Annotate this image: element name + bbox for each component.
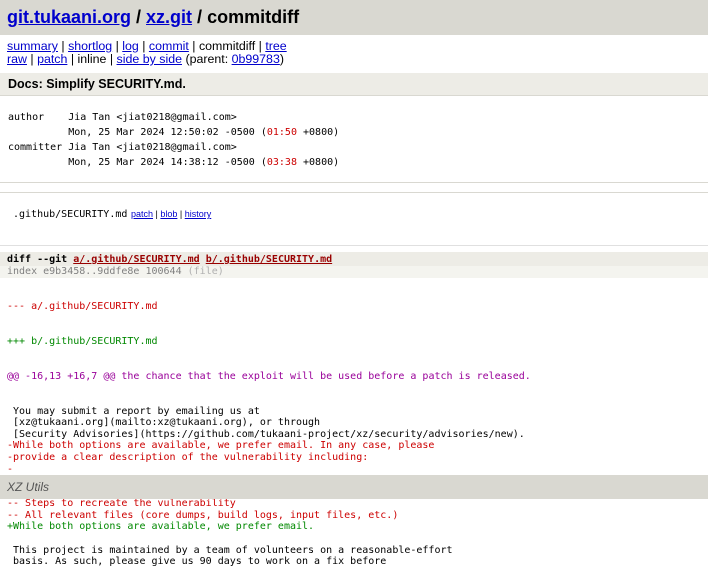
diff-added-line: +While both options are available, we pr… — [7, 521, 315, 533]
page-header: git.tukaani.org / xz.git / commitdiff — [0, 0, 708, 35]
nav-commit-link[interactable]: commit — [149, 39, 189, 53]
diff-b-path-link[interactable]: b/.github/SECURITY.md — [206, 254, 332, 265]
committer-label: committer — [8, 142, 63, 153]
diff-from-line: --- a/.github/SECURITY.md — [7, 301, 158, 313]
file-patch-link[interactable]: patch — [131, 209, 153, 219]
diff-removed-line: -- Steps to recreate the vulnerability — [7, 498, 236, 510]
nav-tree-link[interactable]: tree — [265, 39, 286, 53]
diff-removed-line: -While both options are available, we pr… — [7, 440, 435, 452]
committer-row: committer Jia Tan <jiat0218@gmail.com> — [5, 140, 342, 155]
nav-log-link[interactable]: log — [122, 39, 139, 53]
footer-text: XZ Utils — [7, 480, 49, 494]
author-row: author Jia Tan <jiat0218@gmail.com> — [5, 110, 342, 125]
diff-command: diff --git — [7, 254, 74, 265]
divider — [0, 182, 708, 193]
divider — [0, 95, 708, 96]
side-by-side-link[interactable]: side by side — [117, 52, 182, 66]
page-nav: summary | shortlog | log | commit | comm… — [0, 35, 708, 67]
page-footer: XZ Utils — [0, 475, 708, 499]
author-local-time: 01:50 — [266, 127, 297, 138]
parent-commit-link[interactable]: 0b99783 — [232, 52, 280, 66]
committer-date: Mon, 25 Mar 2024 14:38:12 -0500 (03:38 +… — [68, 157, 340, 168]
raw-link[interactable]: raw — [7, 52, 27, 66]
file-name[interactable]: .github/SECURITY.md — [13, 209, 131, 220]
committer-name: Jia Tan <jiat0218@gmail.com> — [68, 142, 237, 153]
site-link[interactable]: git.tukaani.org — [7, 7, 131, 27]
diff-header: diff --git a/.github/SECURITY.md b/.gith… — [0, 252, 708, 266]
commit-title-text: Docs: Simplify SECURITY.md. — [8, 77, 186, 91]
nav-commitdiff-label: commitdiff — [198, 39, 256, 53]
diff-context-line: You may submit a report by emailing us a… — [7, 405, 260, 417]
diff-removed-line: -- All relevant files (core dumps, build… — [7, 509, 399, 521]
diff-chunk-header: @@ -16,13 +16,7 @@ the chance that the e… — [7, 370, 531, 382]
parent-suffix: ) — [279, 52, 284, 66]
nav-shortlog-link[interactable]: shortlog — [68, 39, 112, 53]
diff-context-line: [Security Advisories](https://github.com… — [7, 428, 525, 440]
diff-context-line: basis. As such, please give us 90 days t… — [7, 556, 387, 568]
page-action: commitdiff — [207, 7, 300, 27]
diff-index-line: index e9b3458..9ddfe8e 100644 (file) — [0, 266, 708, 278]
committer-date-row: Mon, 25 Mar 2024 14:38:12 -0500 (03:38 +… — [5, 155, 342, 170]
index-type: (file) — [187, 266, 224, 277]
author-name: Jia Tan <jiat0218@gmail.com> — [68, 112, 237, 123]
commit-title[interactable]: Docs: Simplify SECURITY.md. — [0, 73, 708, 95]
author-label: author — [8, 112, 45, 123]
parent-prefix: (parent: — [185, 52, 232, 66]
index-hashes: index e9b3458..9ddfe8e 100644 — [7, 266, 188, 277]
diff-to-line: +++ b/.github/SECURITY.md — [7, 335, 158, 347]
nav-summary-link[interactable]: summary — [7, 39, 58, 53]
nav-row-secondary: raw | patch | inline | side by side (par… — [7, 52, 284, 66]
diff-context-line: [xz@tukaani.org](mailto:xz@tukaani.org),… — [7, 417, 321, 429]
diff-removed-line: - — [7, 463, 14, 475]
file-links: patch | blob | history — [131, 209, 212, 219]
author-date-row: Mon, 25 Mar 2024 12:50:02 -0500 (01:50 +… — [5, 125, 342, 140]
divider — [0, 245, 708, 246]
diff-context-line — [7, 533, 708, 545]
diff-body: --- a/.github/SECURITY.md +++ b/.github/… — [0, 278, 708, 579]
committer-local-time: 03:38 — [266, 157, 297, 168]
header-separator: / — [131, 7, 147, 27]
inline-view-label: inline — [77, 52, 107, 66]
diff-a-path-link[interactable]: a/.github/SECURITY.md — [73, 254, 199, 265]
patch-link[interactable]: patch — [37, 52, 67, 66]
file-list-row: .github/SECURITY.md patch | blob | histo… — [0, 201, 708, 227]
diff-context-line: This project is maintained by a team of … — [7, 544, 453, 556]
commit-metadata: author Jia Tan <jiat0218@gmail.com> Mon,… — [5, 110, 342, 170]
repo-link[interactable]: xz.git — [146, 7, 192, 27]
file-history-link[interactable]: history — [185, 209, 212, 219]
author-date: Mon, 25 Mar 2024 12:50:02 -0500 (01:50 +… — [68, 127, 340, 138]
diff-removed-line: -provide a clear description of the vuln… — [7, 451, 369, 463]
header-separator: / — [192, 7, 208, 27]
file-blob-link[interactable]: blob — [160, 209, 177, 219]
